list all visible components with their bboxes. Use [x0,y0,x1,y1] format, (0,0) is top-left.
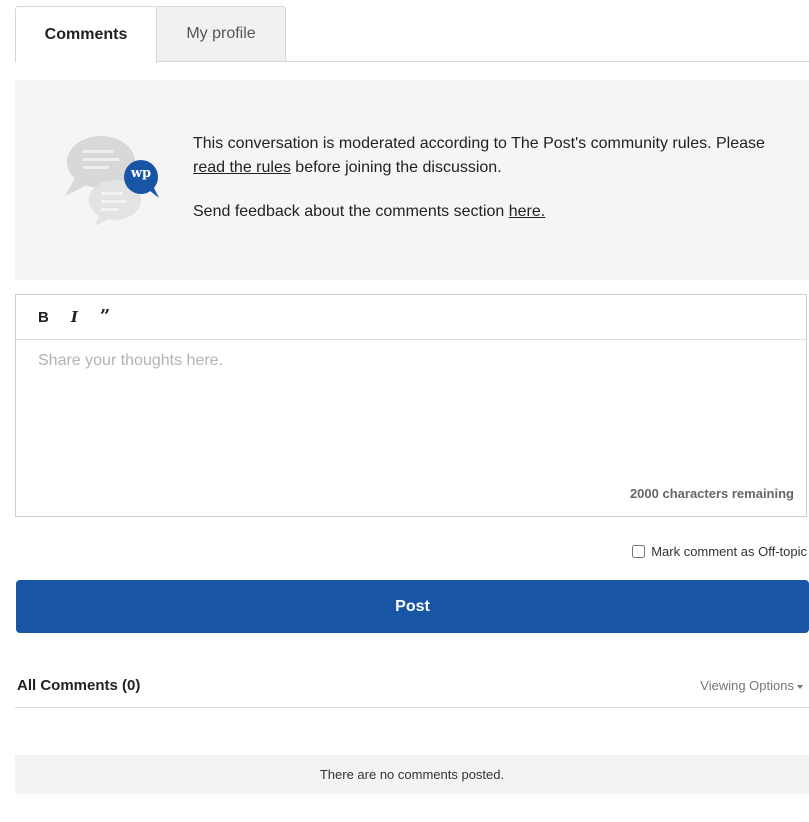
comment-editor: B I ” 2000 characters remaining [15,294,807,517]
caret-down-icon [797,684,803,689]
italic-button[interactable]: I [71,309,78,325]
bold-button[interactable]: B [38,310,49,325]
comment-input[interactable] [16,341,806,471]
notice-feedback-paragraph: Send feedback about the comments section… [193,203,546,220]
offtopic-option[interactable]: Mark comment as Off-topic [632,544,807,559]
post-button[interactable]: Post [16,580,809,633]
tab-comments[interactable]: Comments [15,6,157,63]
comments-title: All Comments (0) [17,677,141,694]
notice-rules-paragraph: This conversation is moderated according… [193,135,765,176]
empty-comments-message: There are no comments posted. [15,755,809,794]
quote-button[interactable]: ” [100,308,110,326]
comments-header: All Comments (0) Viewing Options [15,672,809,708]
notice-text: This conversation is moderated according… [193,132,783,244]
tab-my-profile[interactable]: My profile [157,6,286,62]
moderation-notice: wp This conversation is moderated accord… [15,80,809,280]
feedback-link[interactable]: here. [509,203,545,220]
wp-logo: wp [130,166,152,181]
editor-toolbar: B I ” [16,295,806,340]
tab-bar: Comments My profile [15,6,809,63]
viewing-options-dropdown[interactable]: Viewing Options [700,678,803,693]
character-counter: 2000 characters remaining [629,486,794,501]
read-rules-link[interactable]: read the rules [193,159,291,176]
offtopic-label: Mark comment as Off-topic [651,544,807,559]
offtopic-checkbox[interactable] [632,545,646,558]
